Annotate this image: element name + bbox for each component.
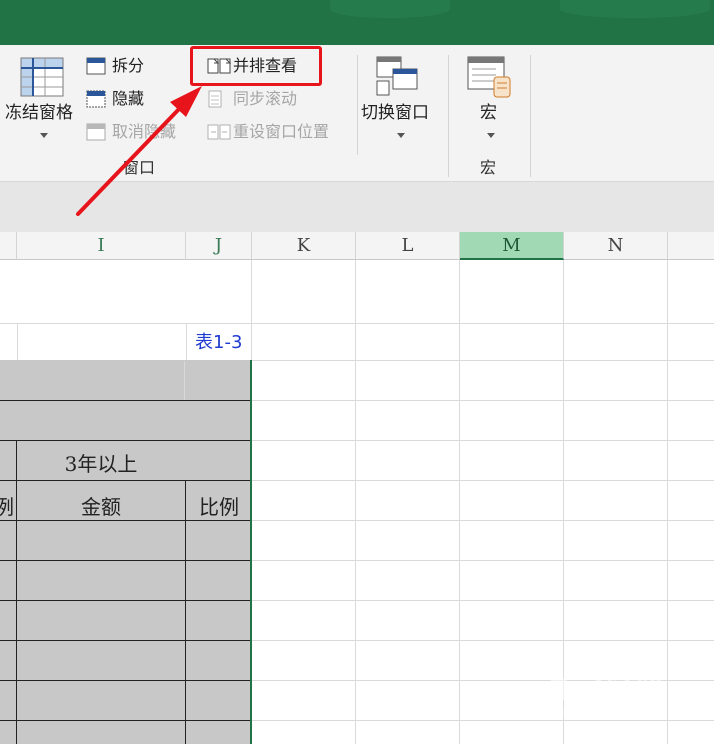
annotation-arrow xyxy=(76,86,202,216)
watermark-logo: Bai经验 xyxy=(548,673,667,708)
watermark-url: jingyan.baidu.com xyxy=(556,705,667,719)
